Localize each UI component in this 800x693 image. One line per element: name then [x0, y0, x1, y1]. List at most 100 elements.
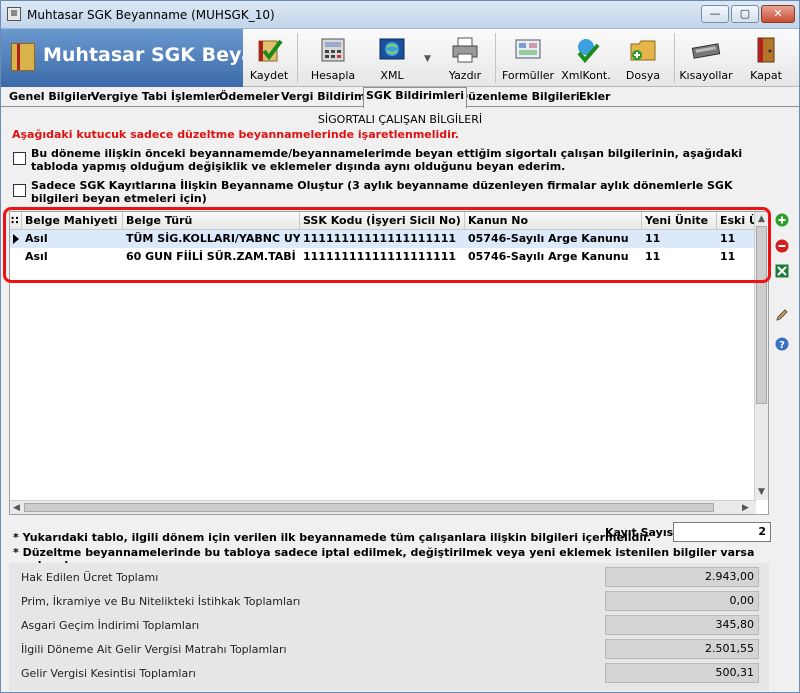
summary-row: Hak Edilen Ücret Toplamı 2.943,00	[21, 567, 761, 587]
summary-label: Hak Edilen Ücret Toplamı	[21, 571, 159, 584]
minimize-button[interactable]: —	[701, 5, 729, 23]
add-row-icon[interactable]	[775, 213, 789, 227]
column-header[interactable]: Belge Mahiyeti	[22, 212, 123, 230]
table-cell[interactable]: 05746-Sayılı Arge Kanunu	[465, 230, 642, 248]
svg-text:?: ?	[779, 340, 785, 351]
summary-row: Prim, İkramiye ve Bu Nitelikteki İstihka…	[21, 591, 761, 611]
tab-tax-declaration[interactable]: Vergi Bildirimi	[279, 89, 371, 107]
row-selector-header: ∷	[10, 212, 22, 230]
same-info-checkbox[interactable]	[13, 152, 26, 165]
sgk-only-checkbox-label: Sadece SGK Kayıtlarına İlişkin Beyanname…	[31, 179, 733, 205]
summary-row: Gelir Vergisi Kesintisi Toplamları 500,3…	[21, 663, 761, 683]
column-header[interactable]: Yeni Ünite	[642, 212, 717, 230]
vertical-scroll-thumb[interactable]	[756, 226, 767, 404]
scroll-right-icon[interactable]: ▶	[742, 502, 749, 514]
column-header[interactable]: Kanun No	[465, 212, 642, 230]
formulas-button[interactable]: Formüller	[501, 29, 555, 87]
app-icon	[7, 7, 21, 21]
summary-value: 500,31	[605, 663, 759, 683]
print-button[interactable]: Yazdır	[443, 29, 487, 87]
record-count-field: 2	[673, 522, 771, 542]
tab-payments[interactable]: Ödemeler	[217, 89, 281, 107]
app-window: Muhtasar SGK Beyanname (MUHSGK_10) — ▢ ✕…	[0, 0, 800, 693]
table-cell[interactable]: 11111111111111111111	[300, 230, 465, 248]
table-cell[interactable]: 11	[717, 230, 756, 248]
toolbar-divider	[495, 33, 496, 83]
xml-control-button[interactable]: XmlKont.	[561, 29, 611, 87]
shortcuts-button[interactable]: Kısayollar	[679, 29, 733, 87]
vertical-scrollbar[interactable]: ▲ ▼	[754, 212, 768, 500]
calculator-icon	[321, 38, 345, 62]
table-row[interactable]: Asıl TÜM SİG.KOLLARI/YABNC UYR 111111111…	[10, 230, 756, 248]
print-label: Yazdır	[448, 69, 482, 82]
table-cell[interactable]: Asıl	[22, 230, 123, 248]
summary-panel: Hak Edilen Ücret Toplamı 2.943,00 Prim, …	[9, 563, 769, 691]
save-label: Kaydet	[249, 69, 289, 82]
table-cell[interactable]: 60 GUN FİİLİ SÜR.ZAM.TABİ	[123, 248, 300, 266]
summary-label: Gelir Vergisi Kesintisi Toplamları	[21, 667, 196, 680]
edit-pencil-icon[interactable]	[775, 308, 789, 322]
table-cell[interactable]: 11111111111111111111	[300, 248, 465, 266]
summary-label: İlgili Döneme Ait Gelir Vergisi Matrahı …	[21, 643, 287, 656]
xml-dropdown-chevron-icon[interactable]: ▼	[424, 53, 431, 65]
formulas-icon	[515, 39, 541, 59]
tab-edit-info[interactable]: Düzenleme Bilgileri	[457, 89, 582, 107]
table-header: ∷ Belge Mahiyeti Belge Türü SSK Kodu (İş…	[10, 212, 756, 230]
scroll-down-icon[interactable]: ▼	[758, 486, 765, 498]
summary-value: 2.943,00	[605, 567, 759, 587]
calculate-button[interactable]: Hesapla	[307, 29, 359, 87]
summary-value: 2.501,55	[605, 639, 759, 659]
scroll-up-icon[interactable]: ▲	[758, 213, 765, 225]
excel-export-icon[interactable]	[775, 264, 789, 278]
table-cell[interactable]: 11	[642, 230, 717, 248]
toolbar: Muhtasar SGK Beyan Kaydet Hesapla	[1, 29, 799, 87]
toolbar-divider	[674, 33, 675, 83]
summary-row: İlgili Döneme Ait Gelir Vergisi Matrahı …	[21, 639, 761, 659]
table-cell[interactable]: Asıl	[22, 248, 123, 266]
exit-label: Kapat	[750, 69, 782, 82]
save-button[interactable]: Kaydet	[245, 29, 293, 87]
brand-banner: Muhtasar SGK Beyan	[1, 29, 243, 87]
record-count-label: Kayıt Sayısı	[605, 526, 677, 539]
note-first-declaration: * Yukarıdaki tablo, ilgili dönem için ve…	[13, 531, 652, 544]
xml-check-icon	[577, 39, 600, 64]
save-check-icon	[258, 39, 283, 62]
table-cell[interactable]: 11	[642, 248, 717, 266]
keyboard-icon	[691, 43, 721, 59]
close-button[interactable]: ✕	[761, 5, 795, 23]
table-row[interactable]: Asıl 60 GUN FİİLİ SÜR.ZAM.TABİ 111111111…	[10, 248, 756, 266]
help-icon[interactable]: ?	[775, 337, 789, 351]
xml-globe-icon	[379, 38, 405, 60]
maximize-button[interactable]: ▢	[731, 5, 759, 23]
table-cell[interactable]: 05746-Sayılı Arge Kanunu	[465, 248, 642, 266]
scroll-left-icon[interactable]: ◀	[13, 502, 20, 514]
tab-attachments[interactable]: Ekler	[577, 89, 613, 107]
exit-door-icon	[757, 37, 775, 63]
formulas-label: Formüller	[501, 69, 555, 82]
tab-general-info[interactable]: Genel Bilgiler	[7, 89, 95, 107]
section-title: SİGORTALI ÇALIŞAN BİLGİLERİ	[317, 113, 483, 126]
exit-button[interactable]: Kapat	[743, 29, 789, 87]
horizontal-scrollbar[interactable]: ◀ ▶	[10, 500, 756, 514]
column-header[interactable]: Eski Ü	[717, 212, 756, 230]
delete-row-icon[interactable]	[775, 239, 789, 253]
xml-button[interactable]: XML	[369, 29, 415, 87]
window-title: Muhtasar SGK Beyanname (MUHSGK_10)	[27, 8, 275, 22]
book-icon	[11, 43, 35, 71]
sgk-only-checkbox[interactable]	[13, 184, 26, 197]
printer-icon	[452, 37, 478, 63]
table-cell[interactable]: 11	[717, 248, 756, 266]
same-info-checkbox-label: Bu döneme ilişkin önceki beyannamemde/be…	[31, 147, 743, 173]
table-cell[interactable]: TÜM SİG.KOLLARI/YABNC UYR	[123, 230, 300, 248]
summary-row: Asgari Geçim İndirimi Toplamları 345,80	[21, 615, 761, 635]
file-button[interactable]: Dosya	[619, 29, 667, 87]
column-header[interactable]: Belge Türü	[123, 212, 300, 230]
file-folder-icon	[630, 40, 656, 61]
horizontal-scroll-thumb[interactable]	[24, 503, 714, 512]
shortcuts-label: Kısayollar	[679, 69, 733, 82]
column-header[interactable]: SSK Kodu (İşyeri Sicil No)	[300, 212, 465, 230]
tab-sgk-notifications[interactable]: SGK Bildirimleri	[363, 87, 467, 108]
xml-control-label: XmlKont.	[561, 69, 611, 82]
tab-taxable-transactions[interactable]: Vergiye Tabi İşlemler	[89, 89, 223, 107]
insured-employee-table: ∷ Belge Mahiyeti Belge Türü SSK Kodu (İş…	[9, 211, 769, 515]
